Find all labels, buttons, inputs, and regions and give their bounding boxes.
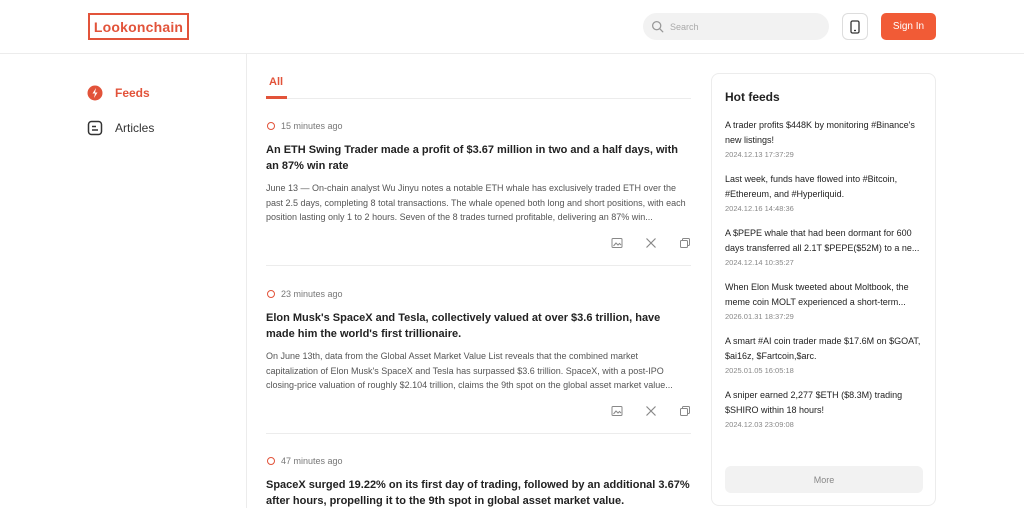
hot-feed-text[interactable]: A trader profits $448K by monitoring #Bi… bbox=[725, 118, 922, 147]
feed-tabs: All bbox=[266, 54, 691, 99]
document-icon bbox=[87, 120, 103, 136]
lightning-icon bbox=[87, 85, 103, 101]
copy-icon[interactable] bbox=[679, 237, 691, 249]
hot-feed-date: 2025.01.05 16:05:18 bbox=[725, 366, 794, 375]
copy-icon[interactable] bbox=[679, 405, 691, 417]
hot-feed-text[interactable]: When Elon Musk tweeted about Moltbook, t… bbox=[725, 280, 922, 309]
time-dot-icon bbox=[267, 290, 275, 298]
hot-feed-item[interactable]: A $PEPE whale that had been dormant for … bbox=[725, 226, 922, 267]
search-box[interactable] bbox=[643, 13, 829, 40]
left-nav: Feeds Articles bbox=[87, 82, 237, 152]
time-dot-icon bbox=[267, 457, 275, 465]
hot-feeds-panel: Hot feeds A trader profits $448K by moni… bbox=[711, 73, 936, 506]
hot-feed-date: 2024.12.13 17:37:29 bbox=[725, 150, 794, 159]
hot-feed-date: 2024.12.03 23:09:08 bbox=[725, 420, 794, 429]
feed-post[interactable]: 15 minutes ago An ETH Swing Trader made … bbox=[266, 120, 691, 248]
hot-feed-item[interactable]: A sniper earned 2,277 $ETH ($8.3M) tradi… bbox=[725, 388, 922, 429]
nav-item-feeds[interactable]: Feeds bbox=[87, 82, 237, 104]
search-input[interactable] bbox=[670, 21, 820, 32]
tab-underline bbox=[266, 96, 287, 99]
sign-in-button[interactable]: Sign In bbox=[881, 13, 936, 40]
post-separator bbox=[266, 433, 691, 434]
search-icon bbox=[651, 20, 664, 33]
hot-feed-date: 2024.12.16 14:48:36 bbox=[725, 204, 794, 213]
top-bar: Lookonchain Sign In bbox=[0, 0, 1024, 54]
mobile-app-button[interactable] bbox=[842, 13, 868, 40]
post-time: 47 minutes ago bbox=[281, 456, 343, 466]
phone-icon bbox=[850, 19, 860, 34]
post-title[interactable]: Elon Musk's SpaceX and Tesla, collective… bbox=[266, 310, 691, 342]
post-actions bbox=[611, 237, 691, 249]
divider bbox=[246, 54, 247, 508]
x-share-icon[interactable] bbox=[645, 405, 657, 417]
hot-feed-date: 2026.01.31 18:37:29 bbox=[725, 312, 794, 321]
post-title[interactable]: SpaceX surged 19.22% on its first day of… bbox=[266, 477, 691, 508]
post-actions bbox=[611, 405, 691, 417]
post-body: On June 13th, data from the Global Asset… bbox=[266, 351, 673, 390]
hot-feed-date: 2024.12.14 10:35:27 bbox=[725, 258, 794, 267]
feed-post[interactable]: 47 minutes ago SpaceX surged 19.22% on i… bbox=[266, 455, 691, 508]
hot-feed-item[interactable]: A trader profits $448K by monitoring #Bi… bbox=[725, 118, 922, 159]
post-separator bbox=[266, 265, 691, 266]
post-title[interactable]: An ETH Swing Trader made a profit of $3.… bbox=[266, 142, 691, 174]
hot-feed-text[interactable]: A sniper earned 2,277 $ETH ($8.3M) tradi… bbox=[725, 388, 922, 417]
hot-feed-item[interactable]: When Elon Musk tweeted about Moltbook, t… bbox=[725, 280, 922, 321]
hot-feed-text[interactable]: A $PEPE whale that had been dormant for … bbox=[725, 226, 922, 255]
hot-feed-item[interactable]: A smart #AI coin trader made $17.6M on $… bbox=[725, 334, 922, 375]
image-icon[interactable] bbox=[611, 237, 623, 249]
tab-all[interactable]: All bbox=[269, 76, 283, 88]
feed: All 15 minutes ago An ETH Swing Trader m… bbox=[266, 54, 691, 507]
nav-label: Articles bbox=[115, 121, 155, 135]
hot-feed-text[interactable]: Last week, funds have flowed into #Bitco… bbox=[725, 172, 922, 201]
post-body: June 13 — On-chain analyst Wu Jinyu note… bbox=[266, 183, 686, 222]
post-time: 15 minutes ago bbox=[281, 121, 343, 131]
nav-item-articles[interactable]: Articles bbox=[87, 117, 237, 139]
hot-feed-item[interactable]: Last week, funds have flowed into #Bitco… bbox=[725, 172, 922, 213]
more-button[interactable]: More bbox=[725, 466, 923, 493]
hot-feed-text[interactable]: A smart #AI coin trader made $17.6M on $… bbox=[725, 334, 922, 363]
nav-label: Feeds bbox=[115, 86, 150, 100]
time-dot-icon bbox=[267, 122, 275, 130]
hot-feeds-title: Hot feeds bbox=[725, 90, 780, 104]
image-icon[interactable] bbox=[611, 405, 623, 417]
post-time: 23 minutes ago bbox=[281, 289, 343, 299]
logo[interactable]: Lookonchain bbox=[88, 13, 189, 40]
x-share-icon[interactable] bbox=[645, 237, 657, 249]
feed-post[interactable]: 23 minutes ago Elon Musk's SpaceX and Te… bbox=[266, 288, 691, 416]
